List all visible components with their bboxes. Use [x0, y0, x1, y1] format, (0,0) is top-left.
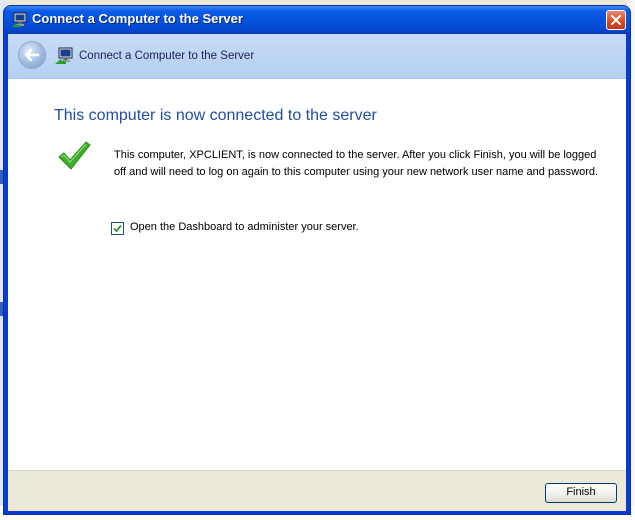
computer-network-icon	[11, 12, 27, 28]
status-message: This computer, XPCLIENT, is now connecte…	[114, 149, 599, 178]
wizard-window: Connect a Computer to the Server Connect…	[4, 6, 630, 514]
computer-network-icon	[55, 47, 73, 65]
checkbox-check-icon	[113, 224, 122, 233]
wizard-client-area: Connect a Computer to the Server This co…	[8, 34, 626, 511]
back-arrow-icon	[24, 48, 40, 62]
open-dashboard-checkbox[interactable]	[111, 222, 124, 235]
close-button[interactable]	[606, 10, 626, 30]
page-heading: This computer is now connected to the se…	[54, 107, 377, 124]
back-button[interactable]	[18, 41, 46, 69]
title-bar[interactable]: Connect a Computer to the Server	[4, 6, 630, 34]
checkmark-icon	[56, 140, 92, 176]
wizard-header: Connect a Computer to the Server	[8, 34, 626, 79]
window-title: Connect a Computer to the Server	[32, 11, 243, 26]
wizard-header-title: Connect a Computer to the Server	[79, 50, 255, 62]
open-dashboard-label[interactable]: Open the Dashboard to administer your se…	[130, 221, 359, 233]
finish-button[interactable]: Finish	[545, 483, 617, 503]
close-icon	[611, 15, 621, 25]
wizard-footer: Finish	[8, 470, 626, 511]
